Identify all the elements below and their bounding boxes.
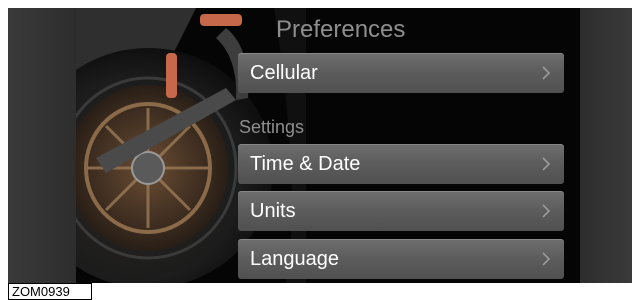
- display-bezel-left: [8, 8, 76, 283]
- section-header-settings: Settings: [239, 117, 305, 137]
- menu-item-cellular[interactable]: Cellular: [238, 53, 564, 93]
- menu-item-units[interactable]: Units: [238, 191, 564, 231]
- menu-item-label: Language: [250, 248, 339, 270]
- menu-item-time-date[interactable]: Time & Date: [238, 144, 564, 184]
- screen-title: Preferences: [276, 16, 406, 43]
- figure-id-label: ZOM0939: [8, 283, 92, 300]
- display-bezel-right: [580, 8, 632, 283]
- dashboard-screen: Preferences Cellular Settings Time & Dat…: [76, 8, 580, 283]
- chevron-right-icon: [542, 157, 551, 171]
- menu-item-label: Cellular: [250, 62, 318, 84]
- display-frame: Preferences Cellular Settings Time & Dat…: [8, 8, 632, 283]
- menu-item-label: Time & Date: [250, 153, 361, 175]
- menu-item-label: Units: [250, 200, 296, 222]
- chevron-right-icon: [542, 204, 551, 218]
- menu-item-language[interactable]: Language: [238, 239, 564, 279]
- chevron-right-icon: [542, 66, 551, 80]
- chevron-right-icon: [542, 252, 551, 266]
